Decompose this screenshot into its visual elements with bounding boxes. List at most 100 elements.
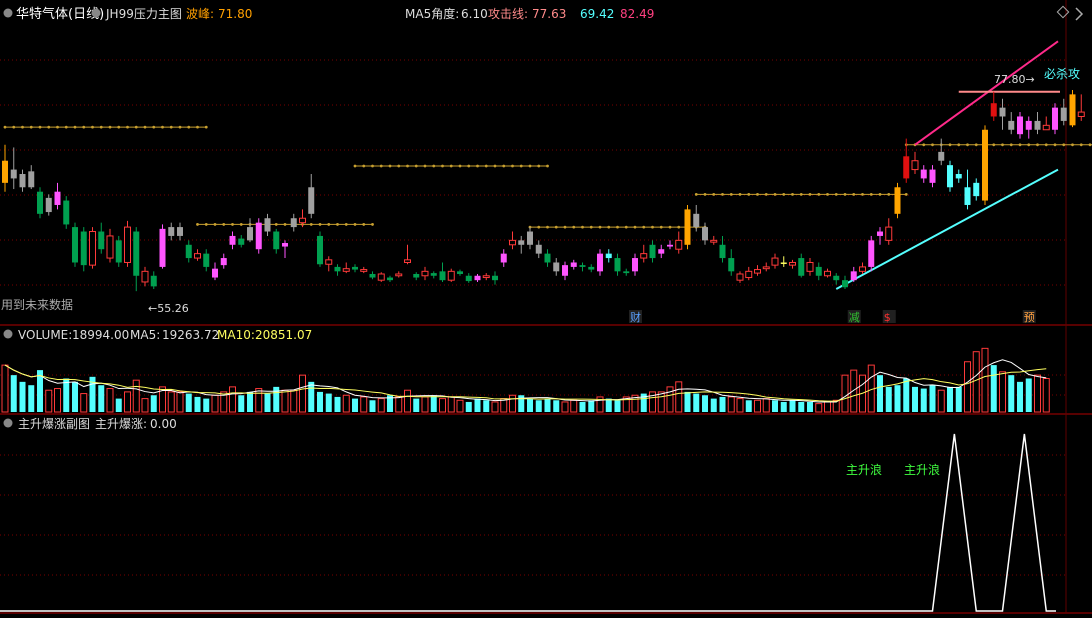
resistance-dot xyxy=(1053,143,1057,147)
menu-icon[interactable] xyxy=(3,8,13,18)
subplot-menu-icon[interactable] xyxy=(3,418,13,428)
candle-body xyxy=(798,258,805,276)
resistance-dot xyxy=(493,164,497,168)
candle-body xyxy=(518,240,525,245)
volume-bar xyxy=(605,398,612,412)
candle-body xyxy=(640,253,648,259)
candle-body xyxy=(1060,107,1067,121)
volume-bar xyxy=(1017,381,1023,412)
event-marker: 预 xyxy=(1024,311,1035,324)
volume-bar xyxy=(841,374,849,413)
resistance-dot xyxy=(1062,143,1066,147)
volume-bar xyxy=(675,381,683,413)
resistance-dot xyxy=(694,192,698,196)
volume-bar xyxy=(570,399,578,413)
value-3: 82.49 xyxy=(620,7,654,21)
candle-body xyxy=(894,187,901,214)
candle-body xyxy=(115,240,122,263)
candle-body xyxy=(667,244,673,247)
volume-bar xyxy=(352,398,358,412)
resistance-dot xyxy=(1044,143,1048,147)
volume-bar xyxy=(465,401,472,412)
resistance-dot xyxy=(458,164,462,168)
subplot-layer xyxy=(0,433,1056,612)
candle-body xyxy=(238,238,245,245)
volume-bar xyxy=(798,401,805,412)
candle-body xyxy=(98,231,105,250)
volume-bar xyxy=(299,374,306,413)
volume-bar xyxy=(561,401,569,413)
volume-bar xyxy=(28,385,35,412)
volume-bar xyxy=(877,375,883,412)
resistance-dot xyxy=(397,164,401,168)
resistance-dot xyxy=(791,192,794,196)
volume-bar xyxy=(106,388,114,413)
resistance-dot xyxy=(353,164,357,168)
resistance-dot xyxy=(878,192,882,196)
candle-body xyxy=(728,258,735,272)
volume-bar xyxy=(185,393,192,412)
resistance-dot xyxy=(887,192,891,196)
volume-bar xyxy=(194,396,201,412)
resistance-dot xyxy=(572,225,576,229)
resistance-dot xyxy=(519,164,523,168)
volume-bar xyxy=(527,398,533,412)
volume-bar xyxy=(955,386,962,412)
candle-body xyxy=(421,270,429,277)
resistance-dot xyxy=(353,223,357,226)
candle-body xyxy=(955,174,962,179)
volume-bar xyxy=(281,389,289,413)
volume-menu-icon[interactable] xyxy=(3,329,13,339)
resistance-dot xyxy=(1036,143,1039,147)
trend-line-cyan xyxy=(835,168,1059,290)
volume-bar xyxy=(45,389,53,413)
volume-bar xyxy=(815,403,823,413)
candle-body xyxy=(1069,94,1076,126)
candle-body xyxy=(614,258,621,272)
volume-bar xyxy=(710,398,717,412)
candle-body xyxy=(212,268,218,278)
indicator-menu-icon[interactable] xyxy=(91,8,101,18)
volume-bar xyxy=(474,398,481,412)
volume-bar xyxy=(360,396,368,413)
diamond-icon[interactable] xyxy=(1056,5,1070,19)
candle-body xyxy=(80,231,87,266)
resistance-dot xyxy=(624,225,628,229)
volume-bar xyxy=(1025,378,1032,412)
resistance-dot xyxy=(344,223,348,226)
resistance-dot xyxy=(738,192,742,196)
resistance-dot xyxy=(1001,143,1004,147)
candle-body xyxy=(780,262,787,264)
resistance-dot xyxy=(362,223,366,226)
candle-body xyxy=(141,270,149,283)
resistance-dot xyxy=(922,143,926,147)
candle-body xyxy=(106,235,114,259)
volume-bar xyxy=(981,347,989,413)
candle-body xyxy=(658,249,665,254)
resistance-dot xyxy=(108,125,112,129)
volume-bar xyxy=(912,386,918,412)
candle-body xyxy=(387,277,393,281)
candle-body xyxy=(877,231,883,236)
volume-bar xyxy=(325,393,332,412)
candle-body xyxy=(457,271,463,274)
resistance-dot xyxy=(187,125,191,129)
candle-body xyxy=(1017,116,1023,135)
candle-body xyxy=(597,253,603,272)
resistance-dot xyxy=(388,164,392,168)
candle-body xyxy=(63,200,70,225)
volume-bar xyxy=(176,391,184,413)
volume-bar xyxy=(255,388,263,413)
resistance-dot xyxy=(782,192,786,196)
resistance-dot xyxy=(371,223,374,226)
candle-body xyxy=(999,107,1006,117)
resistance-dot xyxy=(213,223,217,226)
chevron-right-icon[interactable] xyxy=(1075,7,1084,21)
candle-body xyxy=(282,243,288,247)
candle-body xyxy=(150,275,157,287)
candle-body xyxy=(89,231,96,266)
resistance-dot xyxy=(966,143,969,147)
attack-line-value: 77.63 xyxy=(532,7,566,21)
candle-body xyxy=(229,235,236,245)
resistance-dot xyxy=(73,125,77,129)
